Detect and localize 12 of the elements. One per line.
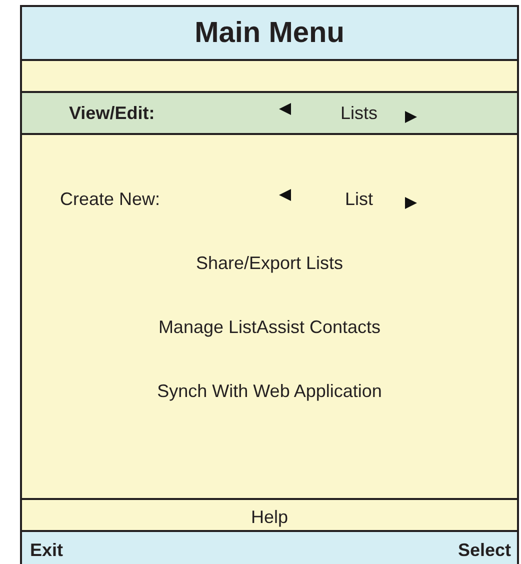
right-arrow-icon[interactable] bbox=[404, 110, 418, 124]
right-arrow-icon[interactable] bbox=[404, 196, 418, 210]
menu-item[interactable]: Create New: List bbox=[22, 178, 517, 220]
select-softkey[interactable]: Select bbox=[458, 540, 511, 560]
left-arrow-icon[interactable] bbox=[278, 102, 292, 116]
exit-softkey[interactable]: Exit bbox=[30, 540, 64, 560]
left-arrow-icon[interactable] bbox=[278, 188, 292, 202]
menu-item[interactable]: Share/Export Lists bbox=[22, 242, 517, 284]
screen-title: Main Menu bbox=[194, 16, 344, 50]
menu-item[interactable]: Manage ListAssist Contacts bbox=[22, 306, 517, 348]
menu-item[interactable]: View/Edit: Lists bbox=[22, 93, 517, 135]
menu-item[interactable]: Synch With Web Application bbox=[22, 370, 517, 412]
